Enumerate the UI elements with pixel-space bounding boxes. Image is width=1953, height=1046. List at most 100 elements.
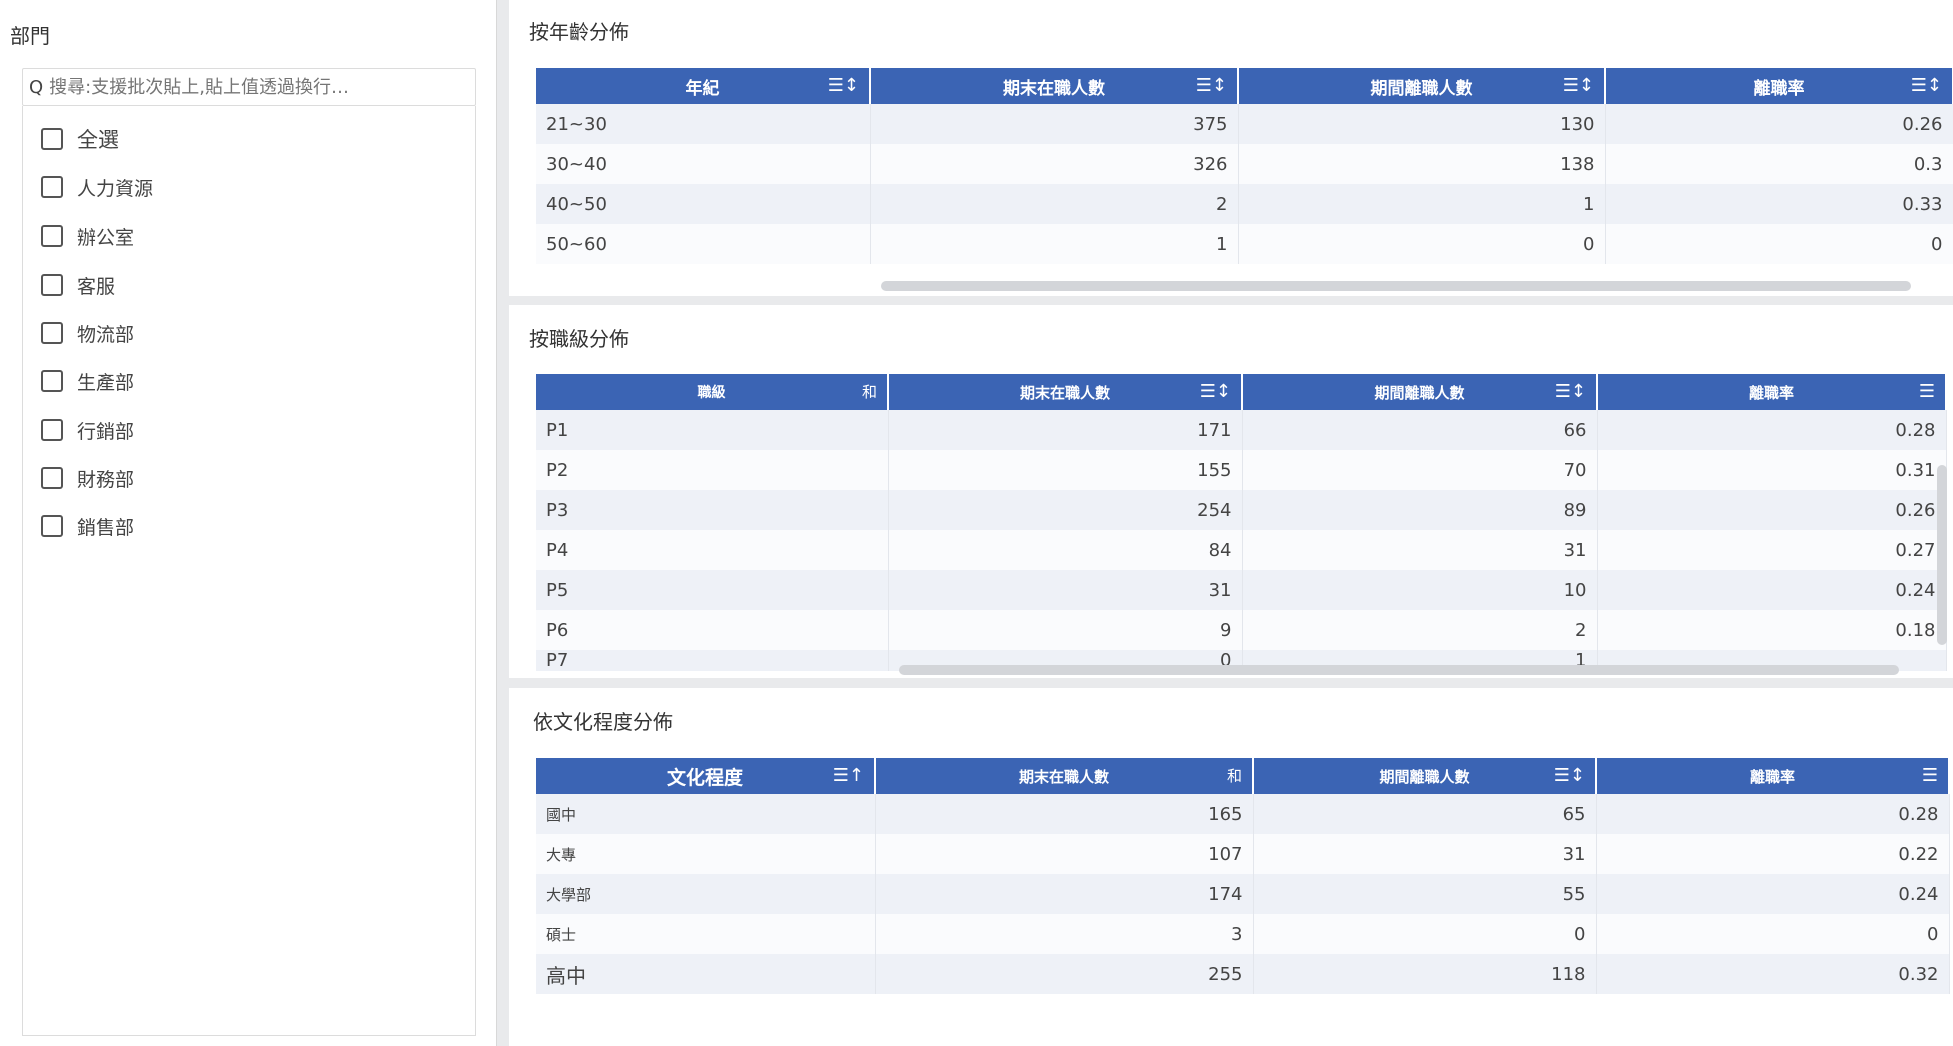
cell-rank: P2 bbox=[536, 450, 889, 490]
sort-icon[interactable]: ☰↕ bbox=[1563, 75, 1594, 96]
table-row[interactable]: P6 9 2 0.18 bbox=[536, 610, 1947, 650]
cell-rate: 0.3 bbox=[1605, 144, 1953, 184]
table-row[interactable]: 碩士 3 0 0 bbox=[536, 914, 1950, 954]
cell-rate: 0.28 bbox=[1596, 794, 1950, 834]
checkbox-icon[interactable] bbox=[41, 467, 63, 489]
column-header-education[interactable]: 文化程度 ☰↑ bbox=[536, 758, 876, 794]
cell-active: 2 bbox=[870, 184, 1239, 224]
table-row[interactable]: 高中 255 118 0.32 bbox=[536, 954, 1950, 994]
cell-rate: 0.22 bbox=[1596, 834, 1950, 874]
sort-icon[interactable]: ☰↕ bbox=[1555, 381, 1586, 402]
table-row[interactable]: 50~60 1 0 0 bbox=[536, 224, 1953, 264]
department-search[interactable]: Q bbox=[22, 68, 476, 106]
column-header-rate[interactable]: 離職率 ☰↕ bbox=[1605, 68, 1953, 104]
column-header-active[interactable]: 期末在職人數 和 bbox=[875, 758, 1254, 794]
cell-left: 31 bbox=[1253, 834, 1597, 874]
cell-active: 255 bbox=[875, 954, 1254, 994]
header-label: 期間離職人數 bbox=[1370, 78, 1473, 99]
cell-left: 1 bbox=[1238, 184, 1606, 224]
checkbox-logistics[interactable]: 物流部 bbox=[41, 318, 134, 348]
table-row[interactable]: 21~30 375 130 0.26 bbox=[536, 104, 1953, 144]
column-header-rank[interactable]: 職級 和 bbox=[536, 374, 889, 410]
cell-active: 375 bbox=[870, 104, 1239, 144]
cell-active: 31 bbox=[888, 570, 1243, 610]
cell-rate: 0.18 bbox=[1597, 610, 1947, 650]
checkbox-label: 客服 bbox=[77, 275, 116, 298]
table-row[interactable]: 大學部 174 55 0.24 bbox=[536, 874, 1950, 914]
sort-icon[interactable]: ☰↕ bbox=[1200, 381, 1231, 402]
cell-rank: P3 bbox=[536, 490, 889, 530]
sort-icon[interactable]: ☰ bbox=[1919, 381, 1935, 402]
checkbox-production[interactable]: 生產部 bbox=[41, 366, 134, 396]
table-row[interactable]: 40~50 2 1 0.33 bbox=[536, 184, 1953, 224]
cell-active: 171 bbox=[888, 410, 1243, 450]
rank-table: 職級 和 期末在職人數 ☰↕ 期間離職人數 ☰↕ 離職率 ☰ P1 171 66 0.2… bbox=[536, 374, 1947, 671]
cell-active: 9 bbox=[888, 610, 1243, 650]
vertical-scrollbar[interactable] bbox=[1937, 465, 1947, 645]
horizontal-scrollbar[interactable] bbox=[899, 665, 1899, 675]
age-table-title: 按年齡分佈 bbox=[529, 20, 629, 44]
checkbox-label: 財務部 bbox=[77, 468, 135, 491]
checkbox-label: 全選 bbox=[77, 128, 119, 152]
horizontal-scrollbar[interactable] bbox=[881, 281, 1911, 291]
checkbox-office[interactable]: 辦公室 bbox=[41, 221, 134, 251]
age-table: 年紀 ☰↕ 期末在職人數 ☰↕ 期間離職人數 ☰↕ 離職率 ☰↕ 21~30 375 1… bbox=[536, 68, 1953, 264]
cell-active: 165 bbox=[875, 794, 1254, 834]
sort-marker[interactable]: 和 bbox=[862, 381, 877, 402]
checkbox-icon[interactable] bbox=[41, 515, 63, 537]
checkbox-icon[interactable] bbox=[41, 128, 63, 150]
education-table: 文化程度 ☰↑ 期末在職人數 和 期間離職人數 ☰↕ 離職率 ☰ 國中 165 65 0… bbox=[536, 758, 1950, 994]
search-input[interactable] bbox=[49, 76, 430, 98]
checkbox-icon[interactable] bbox=[41, 176, 63, 198]
rank-table-title: 按職級分佈 bbox=[529, 327, 629, 351]
cell-left: 2 bbox=[1242, 610, 1598, 650]
sort-icon[interactable]: ☰↕ bbox=[828, 75, 859, 96]
cell-left: 10 bbox=[1242, 570, 1598, 610]
cell-left: 0 bbox=[1253, 914, 1597, 954]
column-header-rate[interactable]: 離職率 ☰ bbox=[1596, 758, 1950, 794]
department-filter-panel: 部門 Q 全選 人力資源 辦公室 客服 物流部 生產部 bbox=[0, 0, 497, 1046]
column-header-left[interactable]: 期間離職人數 ☰↕ bbox=[1238, 68, 1606, 104]
table-row[interactable]: P4 84 31 0.27 bbox=[536, 530, 1947, 570]
checkbox-sales[interactable]: 銷售部 bbox=[41, 511, 134, 541]
table-row[interactable]: 30~40 326 138 0.3 bbox=[536, 144, 1953, 184]
table-row[interactable]: P3 254 89 0.26 bbox=[536, 490, 1947, 530]
sort-icon[interactable]: ☰ bbox=[1922, 765, 1938, 786]
checkbox-customer-service[interactable]: 客服 bbox=[41, 270, 115, 300]
education-distribution-panel: 依文化程度分佈 文化程度 ☰↑ 期末在職人數 和 期間離職人數 ☰↕ 離職率 ☰ 國中 … bbox=[509, 688, 1953, 1046]
column-header-rate[interactable]: 離職率 ☰ bbox=[1597, 374, 1947, 410]
checkbox-icon[interactable] bbox=[41, 225, 63, 247]
cell-left: 89 bbox=[1242, 490, 1598, 530]
checkbox-hr[interactable]: 人力資源 bbox=[41, 172, 153, 202]
checkbox-icon[interactable] bbox=[41, 370, 63, 392]
checkbox-icon[interactable] bbox=[41, 322, 63, 344]
sort-marker[interactable]: 和 bbox=[1227, 765, 1242, 786]
header-label: 期末在職人數 bbox=[1003, 78, 1105, 99]
checkbox-marketing[interactable]: 行銷部 bbox=[41, 415, 134, 445]
cell-rate: 0.27 bbox=[1597, 530, 1947, 570]
sort-icon[interactable]: ☰↕ bbox=[1554, 765, 1585, 786]
education-table-title: 依文化程度分佈 bbox=[533, 710, 673, 734]
checkbox-select-all[interactable]: 全選 bbox=[41, 124, 119, 154]
table-row[interactable]: P2 155 70 0.31 bbox=[536, 450, 1947, 490]
sort-icon[interactable]: ☰↕ bbox=[1196, 75, 1227, 96]
table-row[interactable]: 大專 107 31 0.22 bbox=[536, 834, 1950, 874]
cell-left: 66 bbox=[1242, 410, 1598, 450]
column-header-active[interactable]: 期末在職人數 ☰↕ bbox=[870, 68, 1239, 104]
column-header-left[interactable]: 期間離職人數 ☰↕ bbox=[1253, 758, 1597, 794]
cell-rate: 0.24 bbox=[1596, 874, 1950, 914]
checkbox-icon[interactable] bbox=[41, 419, 63, 441]
table-row[interactable]: P1 171 66 0.28 bbox=[536, 410, 1947, 450]
sort-icon[interactable]: ☰↑ bbox=[833, 765, 864, 786]
cell-rank: P6 bbox=[536, 610, 889, 650]
table-row[interactable]: P5 31 10 0.24 bbox=[536, 570, 1947, 610]
column-header-age[interactable]: 年紀 ☰↕ bbox=[536, 68, 871, 104]
table-row[interactable]: 國中 165 65 0.28 bbox=[536, 794, 1950, 834]
column-header-active[interactable]: 期末在職人數 ☰↕ bbox=[888, 374, 1243, 410]
checkbox-finance[interactable]: 財務部 bbox=[41, 463, 134, 493]
checkbox-icon[interactable] bbox=[41, 274, 63, 296]
checkbox-label: 辦公室 bbox=[77, 226, 135, 249]
checkbox-label: 人力資源 bbox=[77, 177, 154, 200]
sort-icon[interactable]: ☰↕ bbox=[1911, 75, 1942, 96]
column-header-left[interactable]: 期間離職人數 ☰↕ bbox=[1242, 374, 1598, 410]
